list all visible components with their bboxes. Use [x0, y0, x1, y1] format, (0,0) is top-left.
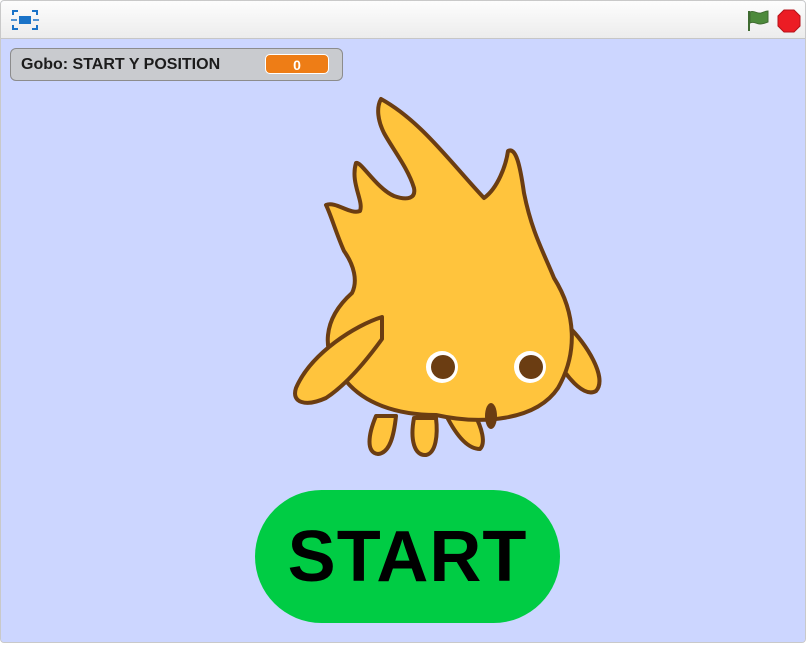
stage[interactable]: Gobo: START Y POSITION 0 START — [1, 39, 805, 642]
fullscreen-icon[interactable] — [11, 9, 39, 31]
stage-window: Gobo: START Y POSITION 0 START — [0, 0, 806, 643]
variable-monitor[interactable]: Gobo: START Y POSITION 0 — [10, 48, 343, 81]
start-button[interactable]: START — [255, 490, 560, 623]
start-button-label: START — [287, 516, 528, 597]
variable-monitor-value: 0 — [265, 54, 329, 74]
gobo-sprite[interactable] — [286, 93, 606, 463]
green-flag-icon[interactable] — [745, 9, 771, 33]
stop-sign-icon[interactable] — [777, 9, 801, 33]
variable-monitor-label: Gobo: START Y POSITION — [21, 56, 221, 73]
stage-toolbar — [1, 1, 805, 39]
